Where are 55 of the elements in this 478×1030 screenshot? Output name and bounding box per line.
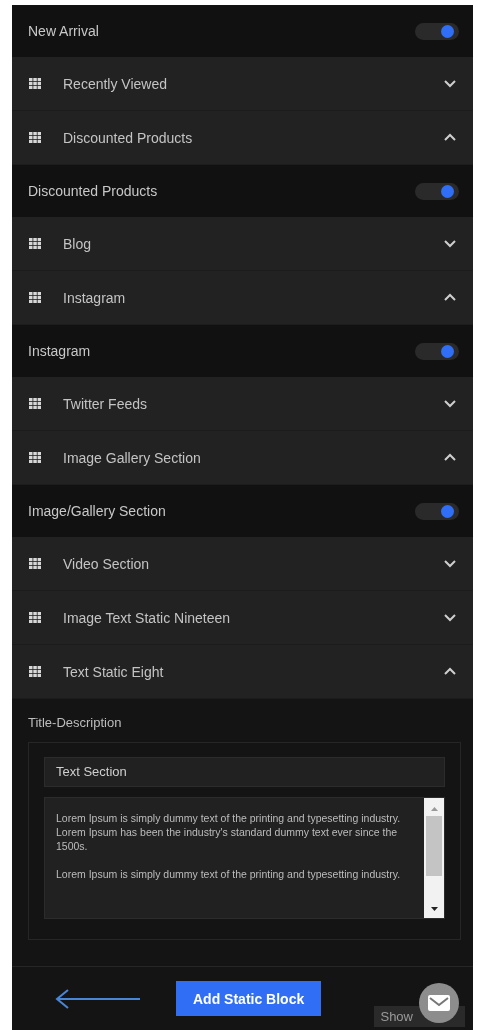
chevron-down-icon [443,398,457,409]
scroll-down-icon [429,906,439,912]
section-title: Instagram [28,343,91,359]
envelope-icon [428,995,450,1011]
toggle-switch[interactable] [415,502,459,520]
accordion-title: Text Static Eight [63,663,165,680]
grid-icon [29,665,41,678]
accordion-title: Image Text Static Nineteen [63,609,232,626]
mail-button[interactable] [419,983,459,1023]
accordion-title: Twitter Feeds [63,395,149,412]
accordion-item[interactable]: Image Text Static Nineteen [12,591,473,645]
chevron-down-icon [443,558,457,569]
chevron-up-icon [443,132,457,143]
accordion-item[interactable]: Blog [12,217,473,271]
chevron-up-icon [443,666,457,677]
grid-icon [29,77,41,90]
accordion-title: Image Gallery Section [63,449,202,466]
grid-icon [29,237,41,250]
grid-icon [29,611,41,624]
accordion-title: Video Section [63,555,151,572]
toggle-switch[interactable] [415,182,459,200]
accordion-item[interactable]: Instagram [12,271,473,325]
toggle-switch[interactable] [415,342,459,360]
description-field[interactable]: Lorem Ipsum is simply dummy text of the printing and typesetting industry. Lorem Ipsum has been the industry's standard dummy text ever since the 1500s. Lorem Ipsum is simply dummy text of the printing and typesetting industry. [44,797,445,919]
accordion-title: Discounted Products [63,129,194,146]
arrow-left-icon [54,987,142,1010]
grid-icon [29,131,41,144]
chevron-up-icon [443,292,457,303]
scrollbar-thumb[interactable] [426,816,442,876]
accordion-title: Blog [63,235,93,252]
grid-icon [29,557,41,570]
accordion-item[interactable]: Twitter Feeds [12,377,473,431]
scroll-up-icon [429,806,439,812]
accordion-title: Recently Viewed [63,75,169,92]
grid-icon [29,397,41,410]
add-static-block-button[interactable]: Add Static Block [176,981,322,1016]
section-title: New Arrival [28,23,99,39]
field-label: Title-Description [28,715,123,730]
grid-icon [29,451,41,464]
section-title: Discounted Products [28,183,158,199]
chevron-up-icon [443,452,457,463]
chevron-down-icon [443,238,457,249]
accordion-title: Instagram [63,289,127,306]
chevron-down-icon [443,78,457,89]
accordion-item[interactable]: Image Gallery Section [12,431,473,485]
accordion-item[interactable]: Discounted Products [12,111,473,165]
section-title: Image/Gallery Section [28,503,166,519]
accordion-item[interactable]: Recently Viewed [12,57,473,111]
toggle-switch[interactable] [415,22,459,40]
title-field[interactable]: Text Section [44,757,445,787]
accordion-item[interactable]: Text Static Eight [12,645,473,699]
grid-icon [29,291,41,304]
accordion-item[interactable]: Video Section [12,537,473,591]
scrollbar[interactable] [424,798,444,918]
chevron-down-icon [443,612,457,623]
